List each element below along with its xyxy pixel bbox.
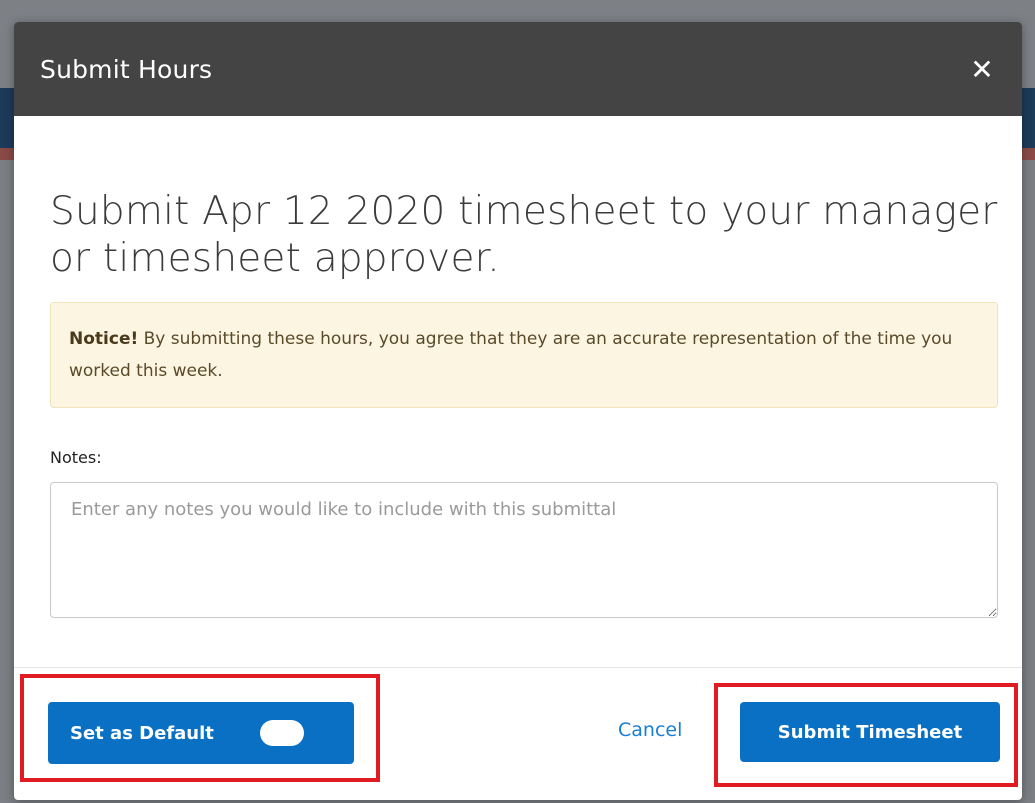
- modal-header: Submit Hours ✕: [14, 22, 1022, 116]
- submit-timesheet-button[interactable]: Submit Timesheet: [740, 702, 1000, 762]
- notice-text: By submitting these hours, you agree tha…: [69, 329, 953, 381]
- submit-hours-modal: Submit Hours ✕ Submit Apr 12 2020 timesh…: [14, 22, 1022, 800]
- headline-prefix: Submit: [50, 189, 203, 234]
- notice-label: Notice!: [69, 329, 139, 349]
- submit-timesheet-label: Submit Timesheet: [777, 721, 963, 743]
- app-right-panel: [1022, 160, 1035, 800]
- notice-alert: Notice! By submitting these hours, you a…: [50, 302, 998, 408]
- notes-label: Notes:: [50, 448, 102, 467]
- set-as-default-label: Set as Default: [70, 722, 214, 744]
- set-as-default-button[interactable]: Set as Default: [48, 702, 354, 764]
- headline-date: Apr 12 2020: [202, 189, 446, 234]
- footer-left: Set as Default: [48, 702, 354, 764]
- default-toggle[interactable]: [259, 720, 304, 746]
- modal-body: Submit Apr 12 2020 timesheet to your man…: [14, 116, 1022, 623]
- notes-textarea[interactable]: [50, 482, 998, 618]
- close-icon[interactable]: ✕: [966, 53, 998, 86]
- modal-title: Submit Hours: [40, 54, 213, 84]
- headline: Submit Apr 12 2020 timesheet to your man…: [50, 188, 998, 282]
- cancel-link[interactable]: Cancel: [618, 719, 682, 741]
- app-left-panel: [0, 160, 14, 800]
- footer-divider: [14, 667, 1022, 668]
